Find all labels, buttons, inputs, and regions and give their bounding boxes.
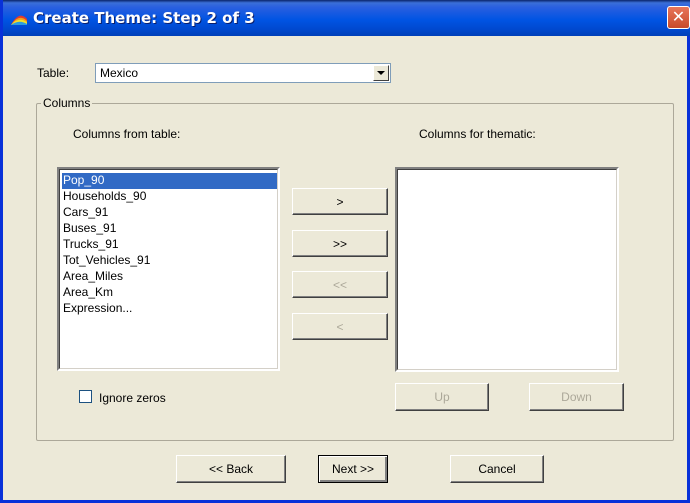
columns-for-thematic-label: Columns for thematic: — [419, 127, 536, 141]
dialog-title: Create Theme: Step 2 of 3 — [33, 9, 255, 27]
list-item[interactable]: Area_Km — [62, 285, 113, 301]
list-item[interactable]: Pop_90 — [62, 173, 277, 189]
title-bar[interactable]: Create Theme: Step 2 of 3 ✕ — [3, 0, 690, 36]
move-up-button[interactable]: Up — [395, 383, 489, 411]
move-down-button[interactable]: Down — [529, 383, 624, 411]
columns-from-table-list[interactable]: Pop_90 Households_90 Cars_91 Buses_91 Tr… — [57, 167, 280, 371]
ignore-zeros-checkbox[interactable] — [79, 390, 92, 403]
chevron-down-icon[interactable] — [373, 65, 389, 81]
list-item[interactable]: Expression... — [62, 301, 132, 317]
app-rainbow-icon — [11, 15, 27, 25]
columns-from-table-label: Columns from table: — [73, 127, 181, 141]
list-item[interactable]: Buses_91 — [62, 221, 116, 237]
create-theme-dialog: Create Theme: Step 2 of 3 ✕ Table: Mexic… — [0, 0, 690, 503]
cancel-button[interactable]: Cancel — [450, 455, 544, 483]
table-label: Table: — [37, 66, 70, 80]
close-button[interactable]: ✕ — [667, 6, 690, 29]
list-item[interactable]: Area_Miles — [62, 269, 123, 285]
columns-group-title: Columns — [41, 96, 93, 110]
list-item[interactable]: Tot_Vehicles_91 — [62, 253, 150, 269]
next-button[interactable]: Next >> — [318, 455, 388, 483]
back-button[interactable]: << Back — [176, 455, 286, 483]
ignore-zeros-label: Ignore zeros — [99, 391, 166, 405]
list-item[interactable]: Trucks_91 — [62, 237, 119, 253]
add-column-button[interactable]: > — [292, 188, 388, 215]
table-select-value: Mexico — [100, 66, 139, 80]
add-all-columns-button[interactable]: >> — [292, 230, 388, 257]
list-item[interactable]: Cars_91 — [62, 205, 108, 221]
remove-all-columns-button[interactable]: << — [292, 271, 388, 298]
close-icon: ✕ — [671, 7, 686, 26]
remove-column-button[interactable]: < — [292, 313, 388, 340]
table-select[interactable]: Mexico — [95, 63, 391, 83]
list-item[interactable]: Households_90 — [62, 189, 146, 205]
columns-for-thematic-list[interactable] — [395, 167, 619, 372]
